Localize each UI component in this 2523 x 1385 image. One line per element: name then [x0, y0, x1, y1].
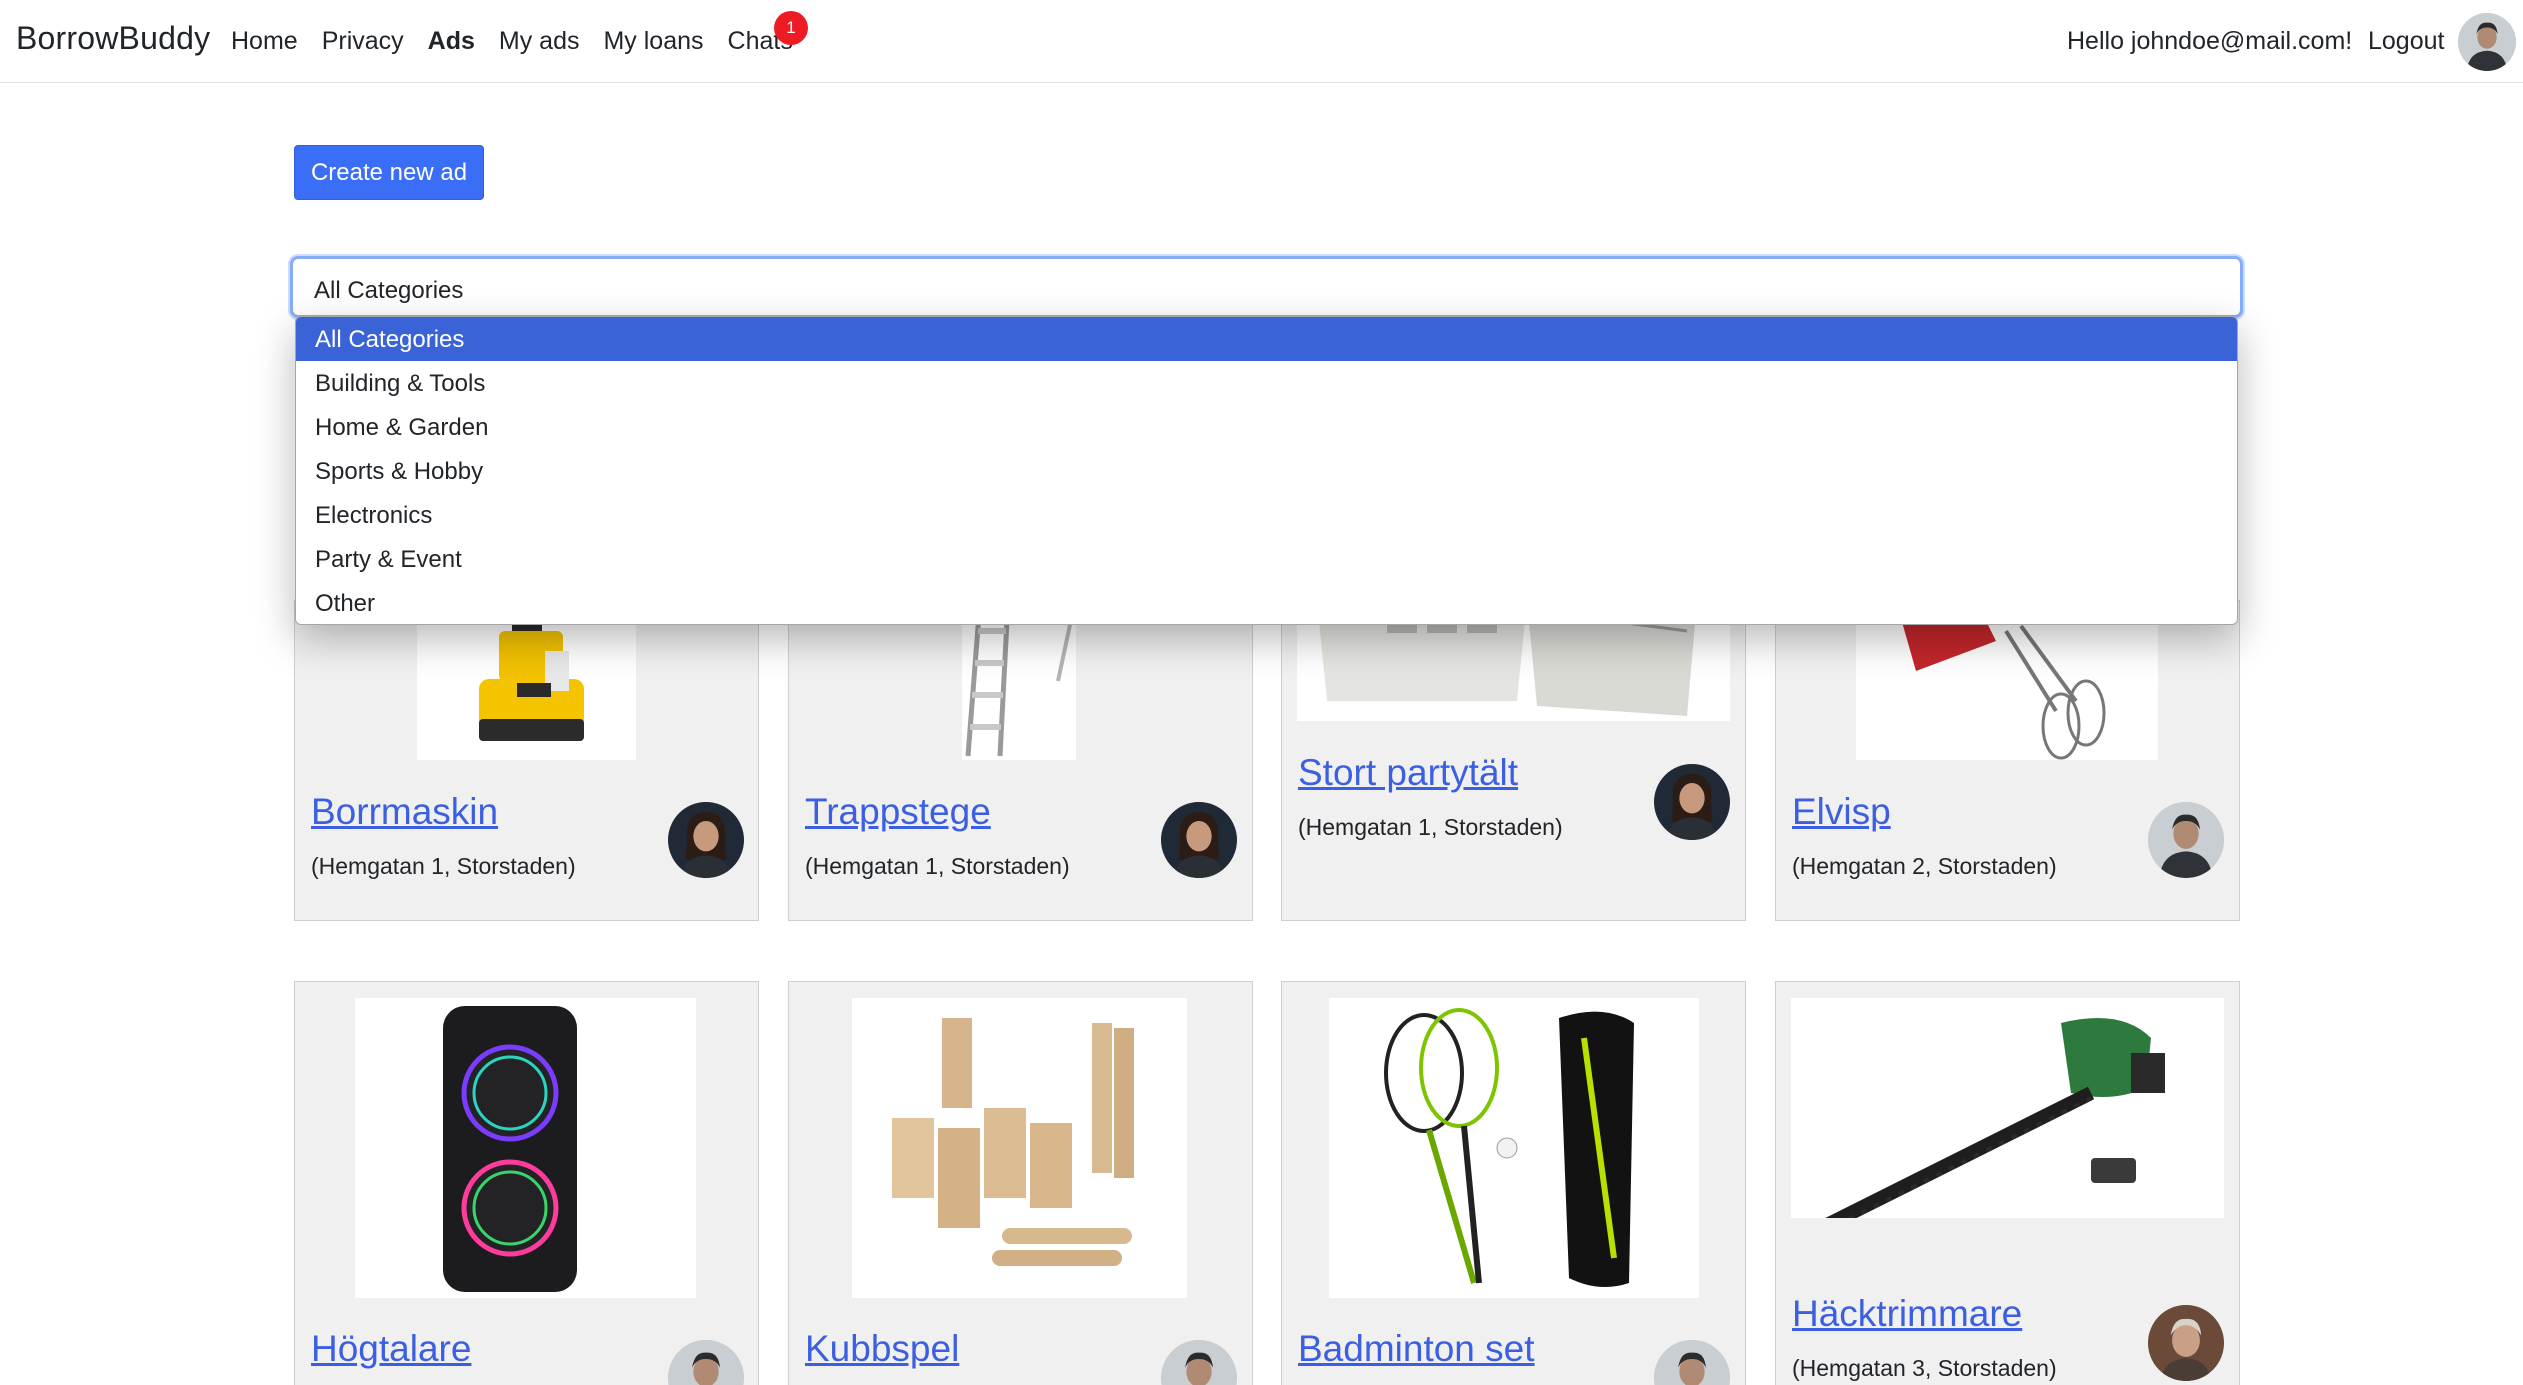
nav-links: Home Privacy Ads My ads My loans Chats: [231, 27, 817, 56]
category-dropdown-list: All Categories Building & Tools Home & G…: [295, 316, 2238, 625]
ad-card[interactable]: Borrmaskin (Hemgatan 1, Storstaden): [294, 600, 759, 921]
ad-card[interactable]: Häcktrimmare (Hemgatan 3, Storstaden): [1775, 981, 2240, 1385]
category-option-other[interactable]: Other: [296, 581, 2237, 624]
ad-title-link[interactable]: Elvisp: [1792, 791, 1891, 833]
user-avatar[interactable]: [2458, 13, 2516, 71]
owner-avatar[interactable]: [1161, 802, 1237, 878]
man-avatar-icon: [2148, 802, 2224, 878]
woman-avatar-icon: [1654, 764, 1730, 840]
ad-card[interactable]: Högtalare: [294, 981, 759, 1385]
logout-link[interactable]: Logout: [2368, 27, 2444, 56]
woman-avatar-icon: [1161, 802, 1237, 878]
ad-address: (Hemgatan 1, Storstaden): [311, 853, 576, 879]
speaker-icon: [355, 998, 696, 1298]
badminton-icon: [1329, 998, 1699, 1298]
ad-card[interactable]: Kubbspel: [788, 981, 1253, 1385]
brand-logo[interactable]: BorrowBuddy: [16, 20, 210, 57]
owner-avatar[interactable]: [668, 802, 744, 878]
ad-address: (Hemgatan 1, Storstaden): [1298, 814, 1563, 840]
ad-card[interactable]: Badminton set: [1281, 981, 1746, 1385]
category-option-electronics[interactable]: Electronics: [296, 493, 2237, 537]
nav-my-loans[interactable]: My loans: [603, 27, 703, 56]
top-navbar: BorrowBuddy Home Privacy Ads My ads My l…: [0, 0, 2523, 83]
ad-title-link[interactable]: Högtalare: [311, 1328, 471, 1370]
ad-card[interactable]: Trappstege (Hemgatan 1, Storstaden): [788, 600, 1253, 921]
nav-ads[interactable]: Ads: [428, 27, 475, 56]
ad-card[interactable]: Stort partytält (Hemgatan 1, Storstaden): [1281, 600, 1746, 921]
owner-avatar[interactable]: [2148, 802, 2224, 878]
ad-title-link[interactable]: Badminton set: [1298, 1328, 1535, 1370]
kubb-game-icon: [852, 998, 1187, 1298]
nav-privacy[interactable]: Privacy: [322, 27, 404, 56]
owner-avatar[interactable]: [2148, 1305, 2224, 1381]
ad-address: (Hemgatan 3, Storstaden): [1792, 1355, 2057, 1381]
category-option-sports-hobby[interactable]: Sports & Hobby: [296, 449, 2237, 493]
ad-title-link[interactable]: Kubbspel: [805, 1328, 959, 1370]
owner-avatar[interactable]: [1161, 1340, 1237, 1385]
user-greeting: Hello johndoe@mail.com!: [2067, 27, 2353, 55]
category-select[interactable]: All Categories: [290, 256, 2243, 318]
nav-home[interactable]: Home: [231, 27, 298, 56]
man-avatar-icon: [668, 1340, 744, 1385]
old-man-avatar-icon: [2148, 1305, 2224, 1381]
owner-avatar[interactable]: [1654, 1340, 1730, 1385]
man-avatar-icon: [2458, 13, 2516, 71]
category-option-party-event[interactable]: Party & Event: [296, 537, 2237, 581]
create-new-ad-button[interactable]: Create new ad: [294, 145, 484, 200]
nav-my-ads[interactable]: My ads: [499, 27, 580, 56]
ad-title-link[interactable]: Borrmaskin: [311, 791, 498, 833]
owner-avatar[interactable]: [668, 1340, 744, 1385]
woman-avatar-icon: [668, 802, 744, 878]
category-option-home-garden[interactable]: Home & Garden: [296, 405, 2237, 449]
hedge-trimmer-icon: [1791, 998, 2224, 1218]
owner-avatar[interactable]: [1654, 764, 1730, 840]
ad-title-link[interactable]: Häcktrimmare: [1792, 1293, 2022, 1335]
man-avatar-icon: [1161, 1340, 1237, 1385]
chat-unread-badge: 1: [774, 11, 808, 45]
ad-title-link[interactable]: Stort partytält: [1298, 752, 1518, 794]
category-option-all[interactable]: All Categories: [296, 317, 2237, 361]
ad-title-link[interactable]: Trappstege: [805, 791, 991, 833]
ad-card[interactable]: Elvisp (Hemgatan 2, Storstaden): [1775, 600, 2240, 921]
ad-address: (Hemgatan 1, Storstaden): [805, 853, 1070, 879]
category-option-building-tools[interactable]: Building & Tools: [296, 361, 2237, 405]
ad-address: (Hemgatan 2, Storstaden): [1792, 853, 2057, 879]
man-avatar-icon: [1654, 1340, 1730, 1385]
